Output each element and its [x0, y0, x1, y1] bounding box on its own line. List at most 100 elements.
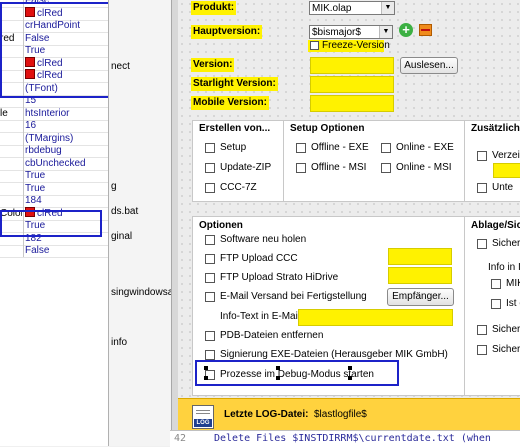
starlight-label: Starlight Version:: [191, 77, 278, 91]
auslesen-button[interactable]: Auslesen...: [400, 57, 458, 74]
ftp-strato-field[interactable]: [388, 267, 452, 284]
property-value[interactable]: True: [25, 169, 45, 182]
log-bar: LOG Letzte LOG-Datei: $lastlogfile$: [178, 398, 520, 431]
log-label: Letzte LOG-Datei:: [224, 409, 309, 420]
structure-text: ds.bat: [111, 206, 139, 217]
online-msi-label: Online - MSI: [396, 162, 452, 173]
unterordner-label: Unte: [492, 182, 514, 193]
property-value[interactable]: 184: [25, 194, 42, 207]
optionen-title: Optionen: [199, 220, 243, 231]
form-designer: Produkt: MIK.olap ▼ Hauptversion: $bisma…: [178, 0, 520, 398]
starlight-field[interactable]: [310, 76, 394, 93]
ist-label: Ist e: [506, 298, 520, 309]
ccc-7z-checkbox[interactable]: [205, 183, 215, 193]
resize-handle[interactable]: [348, 376, 352, 380]
column-separator: [23, 106, 24, 120]
ftp-ccc-checkbox[interactable]: [205, 254, 215, 264]
property-value[interactable]: htsInterior: [25, 107, 69, 120]
log-value: $lastlogfile$: [314, 409, 367, 420]
freeze-checkbox[interactable]: [310, 41, 319, 50]
version-label: Version:: [191, 58, 235, 72]
info-text-label: Info-Text in E-Mail:: [220, 311, 303, 322]
version-field[interactable]: [310, 57, 394, 74]
resize-handle[interactable]: [204, 366, 208, 370]
column-separator: [23, 119, 24, 132]
structure-panel: nect g ds.bat ginal singwindowsapi info: [109, 0, 181, 446]
ftp-ccc-field[interactable]: [388, 248, 452, 265]
object-inspector: False clRed crHandPoint red False True clRed cl…: [0, 0, 109, 446]
column-separator: [23, 181, 24, 195]
verzeichnis-label: Verzeic: [492, 150, 520, 161]
property-value[interactable]: (TMargins): [25, 132, 73, 145]
produkt-value: MIK.olap: [312, 3, 352, 14]
property-value-text: cbUnchecked: [25, 157, 86, 169]
mobile-field[interactable]: [310, 95, 394, 112]
property-value[interactable]: False: [25, 244, 49, 257]
mik-label: MIK: [506, 278, 520, 289]
info-text-field[interactable]: [298, 309, 453, 326]
software-neu-label: Software neu holen: [220, 234, 307, 245]
update-zip-checkbox[interactable]: [205, 163, 215, 173]
resize-handle[interactable]: [276, 376, 280, 380]
property-value[interactable]: 16: [25, 119, 36, 132]
ablage-title: Ablage/Sic: [471, 220, 520, 231]
property-value[interactable]: rbdebug: [25, 144, 62, 157]
pdb-checkbox[interactable]: [205, 331, 215, 341]
sicherung-label: Sicheru: [492, 238, 520, 249]
sicherung2-checkbox[interactable]: [477, 325, 487, 335]
resize-handle[interactable]: [276, 366, 280, 370]
erstellen-title: Erstellen von...: [199, 123, 271, 134]
column-separator: [23, 244, 24, 257]
property-value[interactable]: True: [25, 182, 45, 195]
chevron-down-icon[interactable]: ▼: [381, 2, 394, 14]
sicherung3-label: Sicheru: [492, 344, 520, 355]
log-file-icon[interactable]: LOG: [192, 405, 214, 429]
property-row[interactable]: False: [0, 244, 108, 258]
column-separator: [23, 144, 24, 157]
column-separator: [23, 194, 24, 207]
setup-checkbox[interactable]: [205, 143, 215, 153]
freeze-version-row[interactable]: Freeze-Version: [308, 40, 390, 52]
ist-checkbox[interactable]: [491, 299, 501, 309]
sicherung3-checkbox[interactable]: [477, 345, 487, 355]
structure-text: info: [111, 337, 128, 348]
ccc-7z-label: CCC-7Z: [220, 182, 257, 193]
selection-highlight-top: [0, 2, 108, 98]
signierung-checkbox[interactable]: [205, 350, 215, 360]
resize-handle[interactable]: [204, 376, 208, 380]
ablage-group: Ablage/Sic Sicheru Info in I MIK Ist e S…: [464, 216, 520, 396]
selection-highlight-color: [0, 210, 102, 237]
email-label: E-Mail Versand bei Fertigstellung: [220, 291, 367, 302]
produkt-combo[interactable]: MIK.olap ▼: [309, 1, 395, 15]
online-exe-label: Online - EXE: [396, 142, 454, 153]
hauptversion-label: Hauptversion:: [191, 25, 263, 39]
code-editor-line[interactable]: 42 Delete Files $INSTDIRRM$\currentdate.…: [170, 430, 520, 447]
offline-exe-checkbox[interactable]: [296, 143, 306, 153]
online-exe-checkbox[interactable]: [381, 143, 391, 153]
email-checkbox[interactable]: [205, 292, 215, 302]
property-value-text: (TMargins): [25, 132, 74, 144]
ftp-strato-checkbox[interactable]: [205, 273, 215, 283]
sicherung-checkbox[interactable]: [477, 239, 487, 249]
offline-msi-checkbox[interactable]: [296, 163, 306, 173]
verzeichnis-checkbox[interactable]: [477, 151, 487, 161]
column-separator: [23, 156, 24, 170]
unterordner-checkbox[interactable]: [477, 183, 487, 193]
sicherung2-label: Sicheru: [492, 324, 520, 335]
online-msi-checkbox[interactable]: [381, 163, 391, 173]
column-separator: [23, 169, 24, 182]
software-neu-checkbox[interactable]: [205, 235, 215, 245]
resize-handle[interactable]: [348, 366, 352, 370]
add-icon[interactable]: +: [399, 23, 413, 37]
hauptversion-combo[interactable]: $bismajor$ ▼: [309, 25, 393, 39]
property-value[interactable]: cbUnchecked: [25, 157, 86, 170]
delete-icon[interactable]: [419, 24, 432, 36]
empfaenger-button[interactable]: Empfänger...: [387, 288, 454, 306]
verzeichnis-field[interactable]: [493, 163, 520, 178]
freeze-label: Freeze-Version: [322, 40, 390, 51]
chevron-down-icon[interactable]: ▼: [379, 26, 392, 38]
zusaetzliche-title: Zusätzliche: [471, 123, 520, 134]
setup-label: Setup: [220, 142, 247, 153]
mik-checkbox[interactable]: [491, 279, 501, 289]
info-label: Info in I: [488, 262, 520, 273]
